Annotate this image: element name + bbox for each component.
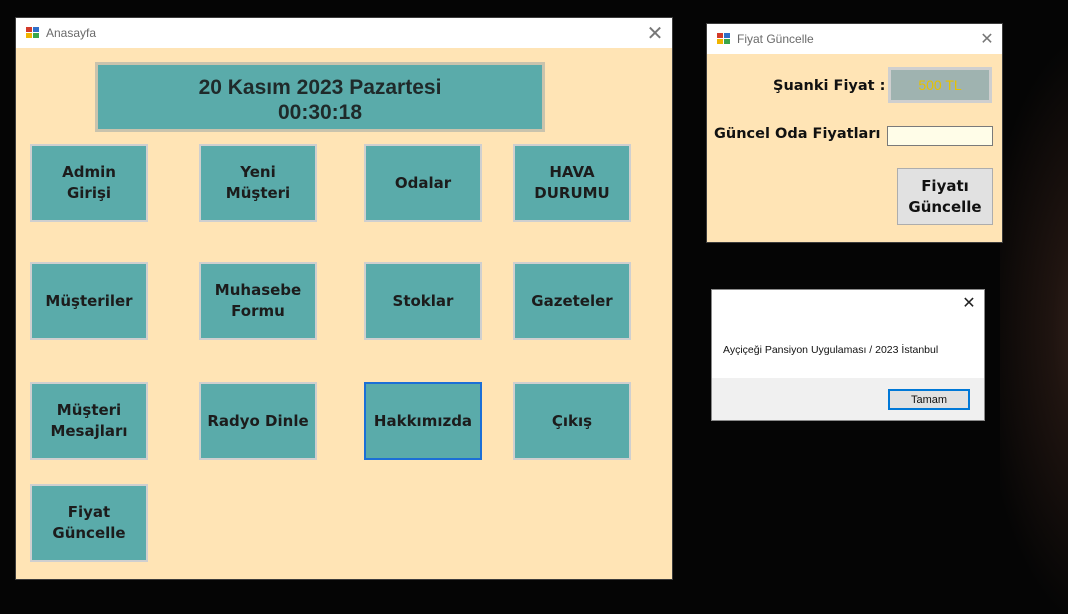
main-titlebar[interactable]: Anasayfa ✕	[16, 18, 672, 48]
customer-messages-button[interactable]: Müşteri Mesajları	[30, 382, 148, 460]
message-text: Ayçiçeği Pansiyon Uygulaması / 2023 İsta…	[723, 344, 939, 356]
accounting-form-button[interactable]: Muhasebe Formu	[199, 262, 317, 340]
app-window-icon	[717, 33, 731, 45]
current-price-label: Şuanki Fiyat :	[773, 78, 886, 94]
customers-button[interactable]: Müşteriler	[30, 262, 148, 340]
time-label: 00:30:18	[277, 101, 363, 124]
price-update-window: Fiyat Güncelle ✕ Şuanki Fiyat : 500 TL G…	[706, 23, 1003, 243]
stocks-button[interactable]: Stoklar	[364, 262, 482, 340]
price-form-body: Şuanki Fiyat : 500 TL Güncel Oda Fiyatla…	[707, 54, 1002, 242]
main-close-icon[interactable]: ✕	[642, 21, 668, 45]
main-window: Anasayfa ✕ 20 Kasım 2023 Pazartesi 00:30…	[15, 17, 673, 580]
newspapers-button[interactable]: Gazeteler	[513, 262, 631, 340]
price-titlebar[interactable]: Fiyat Güncelle ✕	[707, 24, 1002, 54]
new-price-label: Güncel Oda Fiyatları :	[714, 126, 892, 142]
new-customer-button[interactable]: Yeni Müşteri	[199, 144, 317, 222]
date-label: 20 Kasım 2023 Pazartesi	[198, 76, 442, 99]
current-price-value: 500 TL	[918, 77, 962, 93]
ok-button[interactable]: Tamam	[888, 389, 970, 410]
new-price-input[interactable]	[887, 126, 993, 146]
price-close-icon[interactable]: ✕	[974, 27, 1000, 51]
update-price-nav-button[interactable]: Fiyat Güncelle	[30, 484, 148, 562]
rooms-button[interactable]: Odalar	[364, 144, 482, 222]
exit-button[interactable]: Çıkış	[513, 382, 631, 460]
update-price-button[interactable]: Fiyatı Güncelle	[897, 168, 993, 225]
app-window-icon	[26, 27, 40, 39]
weather-button[interactable]: HAVA DURUMU	[513, 144, 631, 222]
desktop-backdrop	[1000, 0, 1068, 614]
current-price-display: 500 TL	[888, 67, 992, 103]
price-window-title: Fiyat Güncelle	[737, 32, 814, 46]
about-message-box: ✕ Ayçiçeği Pansiyon Uygulaması / 2023 İs…	[711, 289, 985, 421]
admin-login-button[interactable]: Admin Girişi	[30, 144, 148, 222]
message-close-icon[interactable]: ✕	[956, 291, 982, 315]
radio-button[interactable]: Radyo Dinle	[199, 382, 317, 460]
about-button[interactable]: Hakkımızda	[364, 382, 482, 460]
main-window-title: Anasayfa	[46, 26, 97, 40]
date-time-display: 20 Kasım 2023 Pazartesi 00:30:18	[95, 62, 545, 132]
